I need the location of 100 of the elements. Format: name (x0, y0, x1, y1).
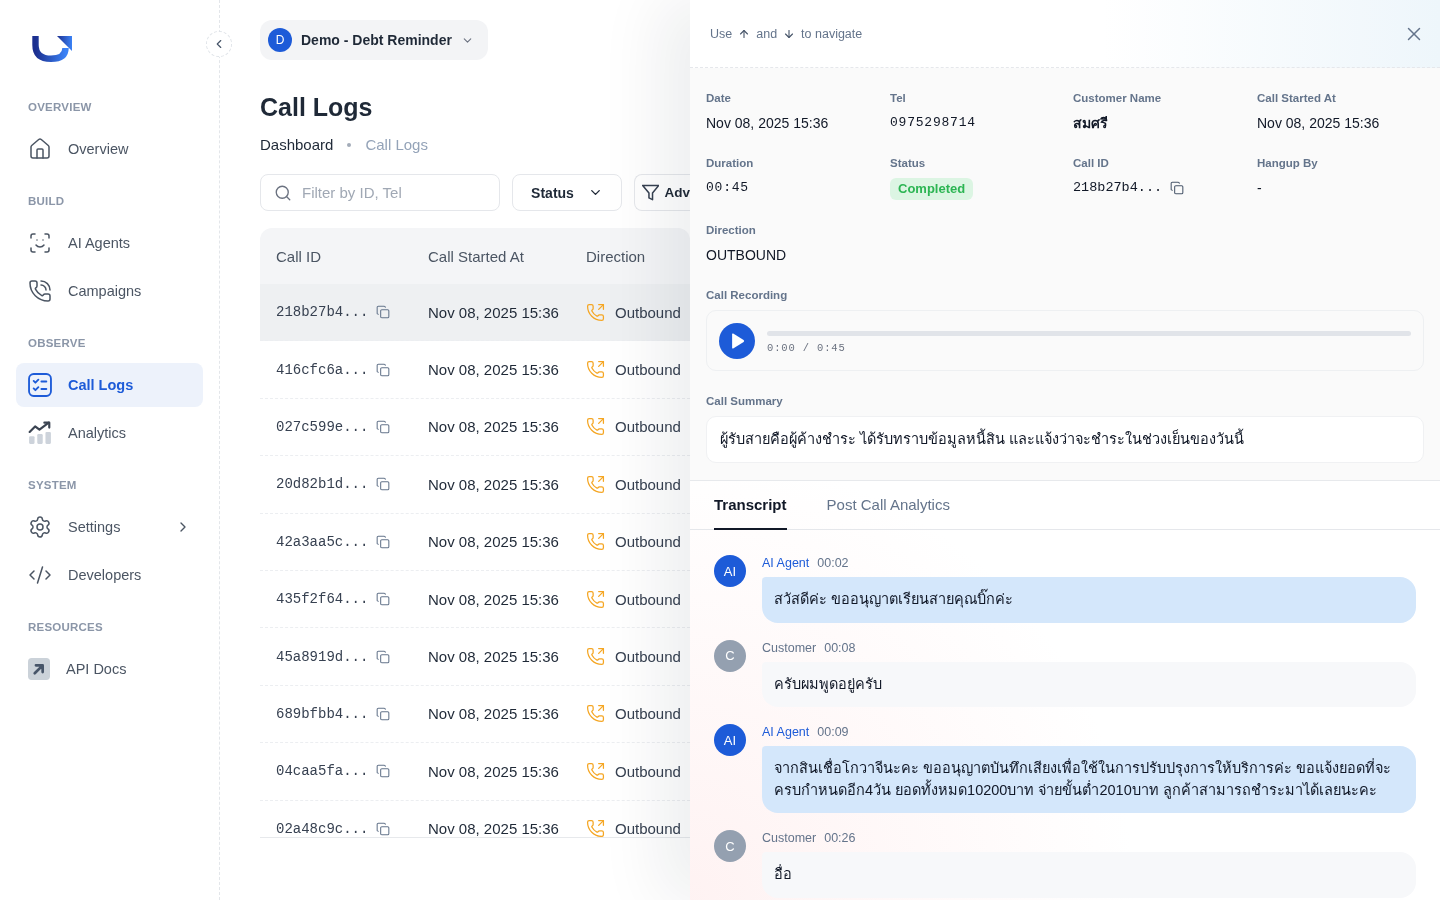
nav-item[interactable]: Campaigns (16, 269, 203, 313)
copy-icon[interactable] (376, 477, 391, 492)
speaker-name: Customer (762, 830, 817, 846)
speaker-name: AI Agent (762, 724, 810, 740)
copy-icon[interactable] (376, 362, 391, 377)
summary-text: ผู้รับสายคือผู้ค้างชำระ ได้รับทราบข้อมูลหนี้สิน และแจ้งว่าจะชำระในช่วงเย็นของวันนี้ (706, 416, 1424, 463)
hint-text: to navigate (801, 26, 863, 41)
field-value: Nov 08, 2025 15:36 (706, 114, 829, 133)
copy-icon[interactable] (376, 649, 391, 664)
table-row[interactable]: 218b27b4... Nov 08, 2025 15:36 Outbound (260, 284, 690, 342)
field-label: Tel (890, 91, 906, 106)
collapse-button[interactable] (206, 31, 232, 57)
workspace-avatar: D (268, 28, 292, 52)
phone-arrow-icon (586, 647, 605, 667)
phone-arrow-icon (586, 474, 605, 494)
nav-item[interactable]: Call Logs (16, 363, 203, 407)
message-time: 00:09 (817, 724, 849, 740)
call-time: Nov 08, 2025 15:36 (428, 705, 559, 723)
nav-item[interactable]: Overview (16, 127, 203, 171)
call-id: 435f2f64... (276, 591, 369, 608)
phone-arrow-icon (586, 589, 605, 609)
section-label: RESOURCES (28, 620, 103, 635)
field-label: Customer Name (1073, 91, 1162, 106)
direction-label: Outbound (615, 648, 681, 666)
column-header: Call ID (276, 247, 321, 265)
field-value: 218b27b4... (1073, 179, 1163, 197)
direction-label: Outbound (615, 762, 681, 780)
field-label: Duration (706, 156, 754, 171)
field-label: Status (890, 156, 926, 171)
status-dropdown[interactable]: Status (512, 174, 622, 211)
phone-arrow-icon (586, 417, 605, 437)
message-bubble: จากสินเชื่อโกวาจีนะคะ ขออนุญาตบันทึกเสียงเพื่อใช้ในการปรับปรุงการให้บริการค่ะ ขอแจ้งยอดที่จะครบกำหนดอีก4วัน ยอดทั้งหมด10200บาท จ่ายขั้นต่ำ2010บาท ลูกค้าสามารถชำระมาได้เลยนะคะ (762, 746, 1416, 813)
section-label: Call Recording (706, 288, 788, 303)
field-value: Nov 08, 2025 15:36 (1257, 114, 1380, 133)
speaker-name: Customer (762, 639, 817, 656)
section-label: BUILD (28, 194, 65, 209)
breadcrumb-current: Call Logs (365, 135, 428, 155)
nav-item[interactable]: Analytics (16, 411, 203, 455)
call-time: Nov 08, 2025 15:36 (428, 533, 559, 551)
phone-arrow-icon (586, 704, 605, 724)
direction-label: Outbound (615, 475, 681, 493)
call-id: 02a48c9c... (276, 820, 369, 837)
phone-arrow-icon (586, 819, 605, 837)
phone-arrow-icon (586, 761, 605, 781)
copy-icon[interactable] (376, 534, 391, 549)
copy-icon[interactable] (376, 764, 391, 779)
call-id: 42a3aa5c... (276, 533, 369, 550)
copy-icon[interactable] (1170, 181, 1185, 195)
copy-icon[interactable] (376, 305, 391, 320)
section-label: Call Summary (706, 394, 783, 409)
arrow-down-icon (783, 27, 796, 40)
logo (32, 36, 72, 62)
copy-icon[interactable] (376, 821, 391, 836)
bar-chart-icon (28, 421, 52, 445)
nav-item[interactable]: Developers (16, 553, 203, 597)
field-value: 00:45 (706, 179, 749, 197)
breadcrumb-link[interactable]: Dashboard (260, 135, 334, 155)
call-id: 416cfc6a... (276, 361, 369, 378)
field-value: - (1257, 179, 1262, 198)
nav-item[interactable]: AI Agents (16, 221, 203, 265)
nav-item[interactable]: Settings (16, 505, 203, 549)
section-label: OBSERVE (28, 336, 86, 351)
search-icon (274, 183, 292, 202)
call-time: Nov 08, 2025 15:36 (428, 820, 559, 837)
field-label: Hangup By (1257, 156, 1318, 171)
code-icon (28, 563, 52, 587)
phone-arrow-icon (586, 360, 605, 380)
nav-item[interactable]: API Docs (16, 647, 203, 691)
copy-icon[interactable] (376, 419, 391, 434)
face-scan-icon (28, 231, 52, 255)
funnel-icon (642, 183, 660, 202)
copy-icon[interactable] (376, 592, 391, 607)
message-time: 00:08 (824, 639, 856, 656)
checklist-icon (28, 373, 52, 397)
field-value: สมศรี (1073, 114, 1108, 133)
filter-button[interactable]: Adv (634, 174, 690, 211)
workspace-selector[interactable]: D Demo - Debt Reminder (260, 20, 488, 60)
field-label: Date (706, 91, 731, 106)
direction-label: Outbound (615, 820, 681, 837)
call-id: 027c599e... (276, 418, 369, 435)
page-title: Call Logs (260, 92, 374, 123)
speaker-avatar: C (714, 639, 746, 672)
phone-call-icon (28, 279, 52, 303)
playback-time: 0:00 / 0:45 (767, 342, 846, 354)
copy-icon[interactable] (376, 706, 391, 721)
phone-arrow-icon (586, 302, 605, 322)
message-bubble: ครับผมพูดอยู่ครับ (762, 661, 1416, 707)
message-time: 00:26 (824, 830, 856, 846)
speaker-avatar: AI (714, 724, 746, 756)
play-button[interactable] (719, 322, 755, 359)
direction-label: Outbound (615, 361, 681, 379)
direction-label: Outbound (615, 533, 681, 551)
search-field[interactable]: Filter by ID, Tel (260, 174, 500, 211)
call-id: 04caa5fa... (276, 763, 369, 780)
hint-text: Use (710, 26, 733, 41)
section-label: OVERVIEW (28, 100, 92, 115)
progress-track[interactable] (767, 331, 1411, 336)
tab[interactable]: Post Call Analytics (826, 481, 950, 530)
status-badge: Completed (890, 178, 974, 200)
tab[interactable]: Transcript (714, 481, 787, 530)
